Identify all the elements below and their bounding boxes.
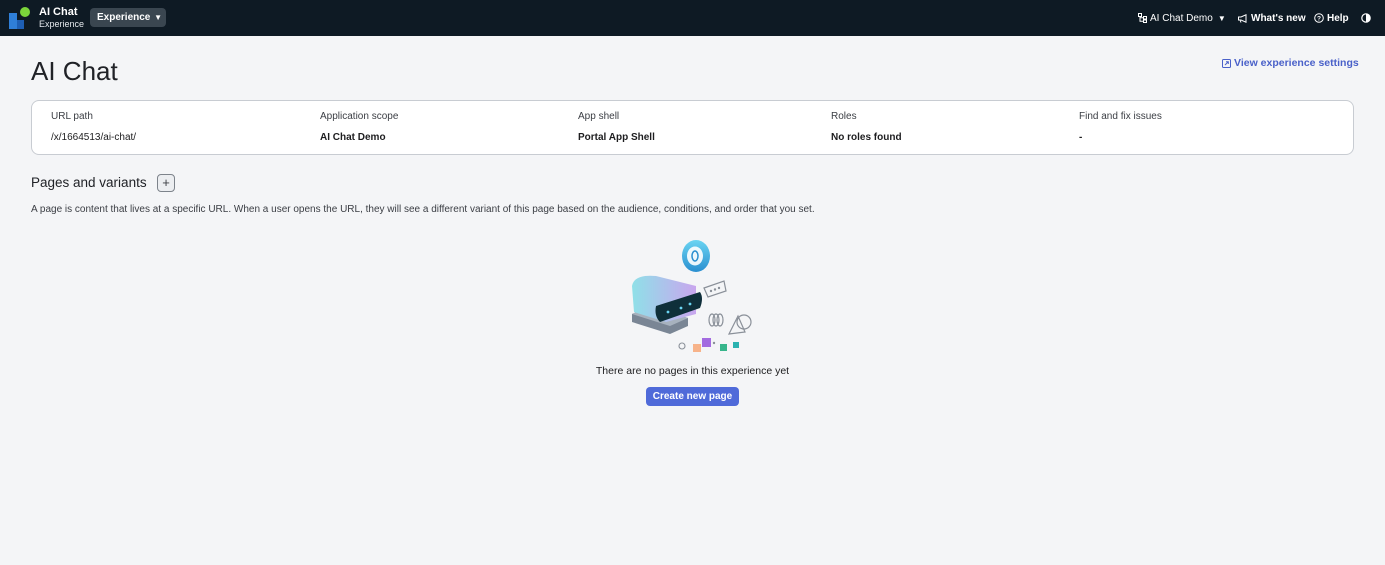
view-experience-settings-link[interactable]: View experience settings bbox=[1222, 57, 1359, 69]
app-shell-field: App shell Portal App Shell bbox=[578, 111, 655, 144]
scope-selector-label: AI Chat Demo bbox=[1150, 12, 1213, 24]
open-in-new-icon bbox=[1222, 58, 1231, 68]
megaphone-icon bbox=[1238, 13, 1247, 23]
empty-state-message: There are no pages in this experience ye… bbox=[595, 365, 790, 377]
pages-description: A page is content that lives at a specif… bbox=[31, 204, 815, 215]
pages-and-variants-heading: Pages and variants bbox=[31, 175, 147, 190]
view-experience-settings-label: View experience settings bbox=[1234, 57, 1359, 69]
chevron-down-icon: ▼ bbox=[1217, 13, 1226, 23]
empty-state-illustration bbox=[632, 240, 752, 352]
help-circle-icon: ? bbox=[1314, 13, 1324, 23]
roles-value: No roles found bbox=[831, 132, 902, 143]
page-title: AI Chat bbox=[31, 56, 118, 86]
app-shell-label: App shell bbox=[578, 111, 620, 122]
chevron-down-icon: ▼ bbox=[154, 13, 163, 22]
help-label: Help bbox=[1327, 12, 1349, 24]
scope-tree-icon bbox=[1138, 13, 1147, 23]
app-subtitle: Experience bbox=[39, 19, 85, 29]
help-button[interactable]: ? Help bbox=[1314, 0, 1349, 36]
whats-new-label: What's new bbox=[1251, 12, 1306, 24]
add-page-button[interactable]: + bbox=[157, 174, 175, 192]
experience-menu-label: Experience bbox=[97, 12, 151, 23]
contrast-icon bbox=[1361, 13, 1371, 23]
url-path-field: URL path /x/1664513/ai-chat/ bbox=[51, 111, 136, 144]
application-scope-label: Application scope bbox=[320, 111, 399, 122]
experience-menu-button[interactable]: Experience ▼ bbox=[90, 8, 166, 27]
roles-field: Roles No roles found bbox=[831, 111, 902, 144]
experience-info-card: URL path /x/1664513/ai-chat/ Application… bbox=[31, 100, 1354, 155]
create-new-page-button[interactable]: Create new page bbox=[646, 387, 739, 406]
application-scope-value: AI Chat Demo bbox=[320, 132, 386, 143]
whats-new-button[interactable]: What's new bbox=[1238, 0, 1306, 36]
url-path-label: URL path bbox=[51, 111, 93, 122]
application-scope-field: Application scope AI Chat Demo bbox=[320, 111, 398, 144]
find-and-fix-issues-field: Find and fix issues - bbox=[1079, 111, 1162, 144]
roles-label: Roles bbox=[831, 111, 857, 122]
find-and-fix-issues-label: Find and fix issues bbox=[1079, 111, 1162, 122]
scope-selector[interactable]: AI Chat Demo ▼ bbox=[1138, 0, 1226, 36]
theme-toggle-button[interactable] bbox=[1361, 0, 1371, 36]
app-title: AI Chat bbox=[39, 6, 78, 18]
app-shell-value: Portal App Shell bbox=[578, 132, 655, 143]
url-path-value: /x/1664513/ai-chat/ bbox=[51, 132, 137, 143]
app-logo-icon[interactable] bbox=[9, 7, 31, 29]
svg-text:?: ? bbox=[1317, 15, 1321, 22]
find-and-fix-issues-value: - bbox=[1079, 132, 1083, 143]
top-navigation-bar: AI Chat Experience Experience ▼ AI Chat … bbox=[0, 0, 1385, 36]
